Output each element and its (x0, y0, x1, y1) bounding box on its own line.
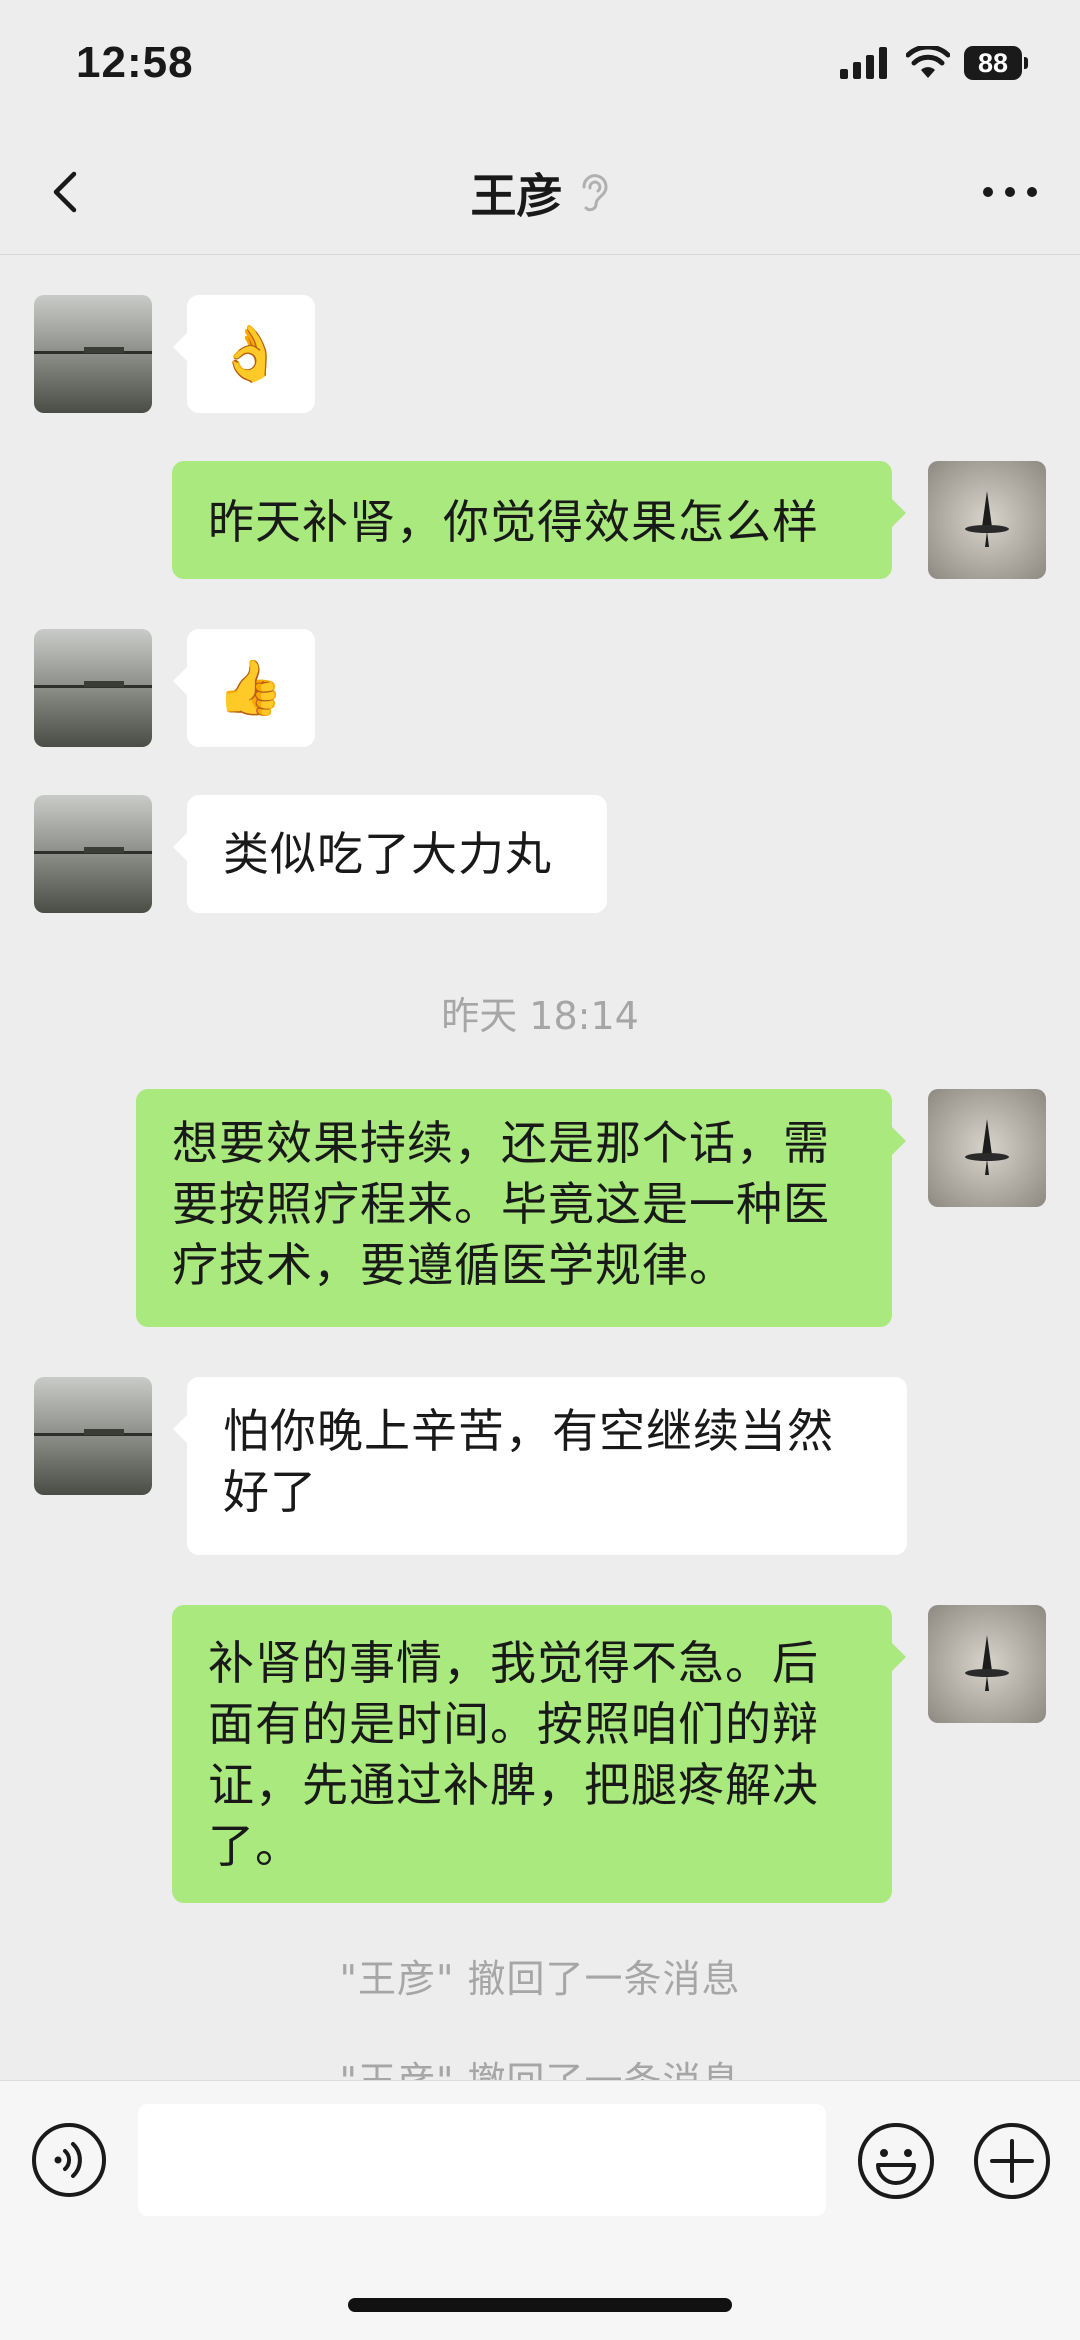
chat-message-list[interactable]: 👌 昨天补肾，你觉得效果怎么样 👍 类似吃了大力丸 昨天 18:14 想要效果持… (0, 255, 1080, 2080)
chat-title[interactable]: 王彦 (470, 169, 562, 223)
message-text: 怕你晚上辛苦，有空继续当然好了 (223, 1404, 834, 1519)
message-text: 类似吃了大力丸 (223, 827, 552, 881)
message-text-input[interactable] (138, 2104, 826, 2216)
incoming-message-bubble[interactable]: 怕你晚上辛苦，有空继续当然好了 (173, 1377, 907, 1555)
message-timestamp: 昨天 18:14 (441, 994, 639, 1038)
status-icons: 88 (840, 46, 1028, 80)
outgoing-message-bubble[interactable]: 昨天补肾，你觉得效果怎么样 (172, 461, 906, 579)
chat-header: 王彦 (0, 130, 1080, 255)
battery-level: 88 (964, 46, 1022, 80)
message-text: 昨天补肾，你觉得效果怎么样 (208, 495, 819, 549)
thumbs-up-emoji: 👍 (216, 656, 286, 719)
recall-notice: "王彦" 撤回了一条消息 (0, 2050, 1080, 2080)
contact-avatar[interactable] (34, 795, 152, 913)
emoji-icon[interactable] (856, 2121, 936, 2201)
status-time: 12:58 (76, 38, 194, 87)
earpiece-mode-icon (582, 174, 607, 212)
incoming-message-bubble[interactable]: 👍 (173, 629, 315, 747)
message-text: 补肾的事情，我觉得不急。后面有的是时间。按照咱们的辩证，先通过补脾，把腿疼解决了… (208, 1636, 819, 1873)
plus-icon[interactable] (972, 2121, 1052, 2201)
incoming-message-bubble[interactable]: 类似吃了大力丸 (173, 795, 607, 913)
contact-avatar[interactable] (34, 1377, 152, 1495)
wifi-icon (906, 46, 950, 78)
message-text: 想要效果持续，还是那个话，需要按照疗程来。毕竟这是一种医疗技术，要遵循医学规律。 (172, 1116, 830, 1292)
incoming-message-bubble[interactable]: 👌 (173, 295, 315, 413)
home-indicator[interactable] (348, 2298, 732, 2312)
outgoing-message-bubble[interactable]: 想要效果持续，还是那个话，需要按照疗程来。毕竟这是一种医疗技术，要遵循医学规律。 (136, 1089, 906, 1327)
ok-hand-emoji: 👌 (216, 322, 286, 385)
outgoing-message-bubble[interactable]: 补肾的事情，我觉得不急。后面有的是时间。按照咱们的辩证，先通过补脾，把腿疼解决了… (172, 1605, 906, 1903)
status-bar: 12:58 88 (0, 0, 1080, 130)
voice-input-icon[interactable] (30, 2121, 108, 2199)
signal-icon (840, 47, 887, 79)
my-avatar[interactable] (928, 1605, 1046, 1723)
my-avatar[interactable] (928, 1089, 1046, 1207)
contact-avatar[interactable] (34, 295, 152, 413)
recall-notice: "王彦" 撤回了一条消息 (339, 1957, 741, 2001)
more-options-icon[interactable] (974, 172, 1046, 212)
my-avatar[interactable] (928, 461, 1046, 579)
battery-icon: 88 (964, 46, 1028, 80)
contact-avatar[interactable] (34, 629, 152, 747)
